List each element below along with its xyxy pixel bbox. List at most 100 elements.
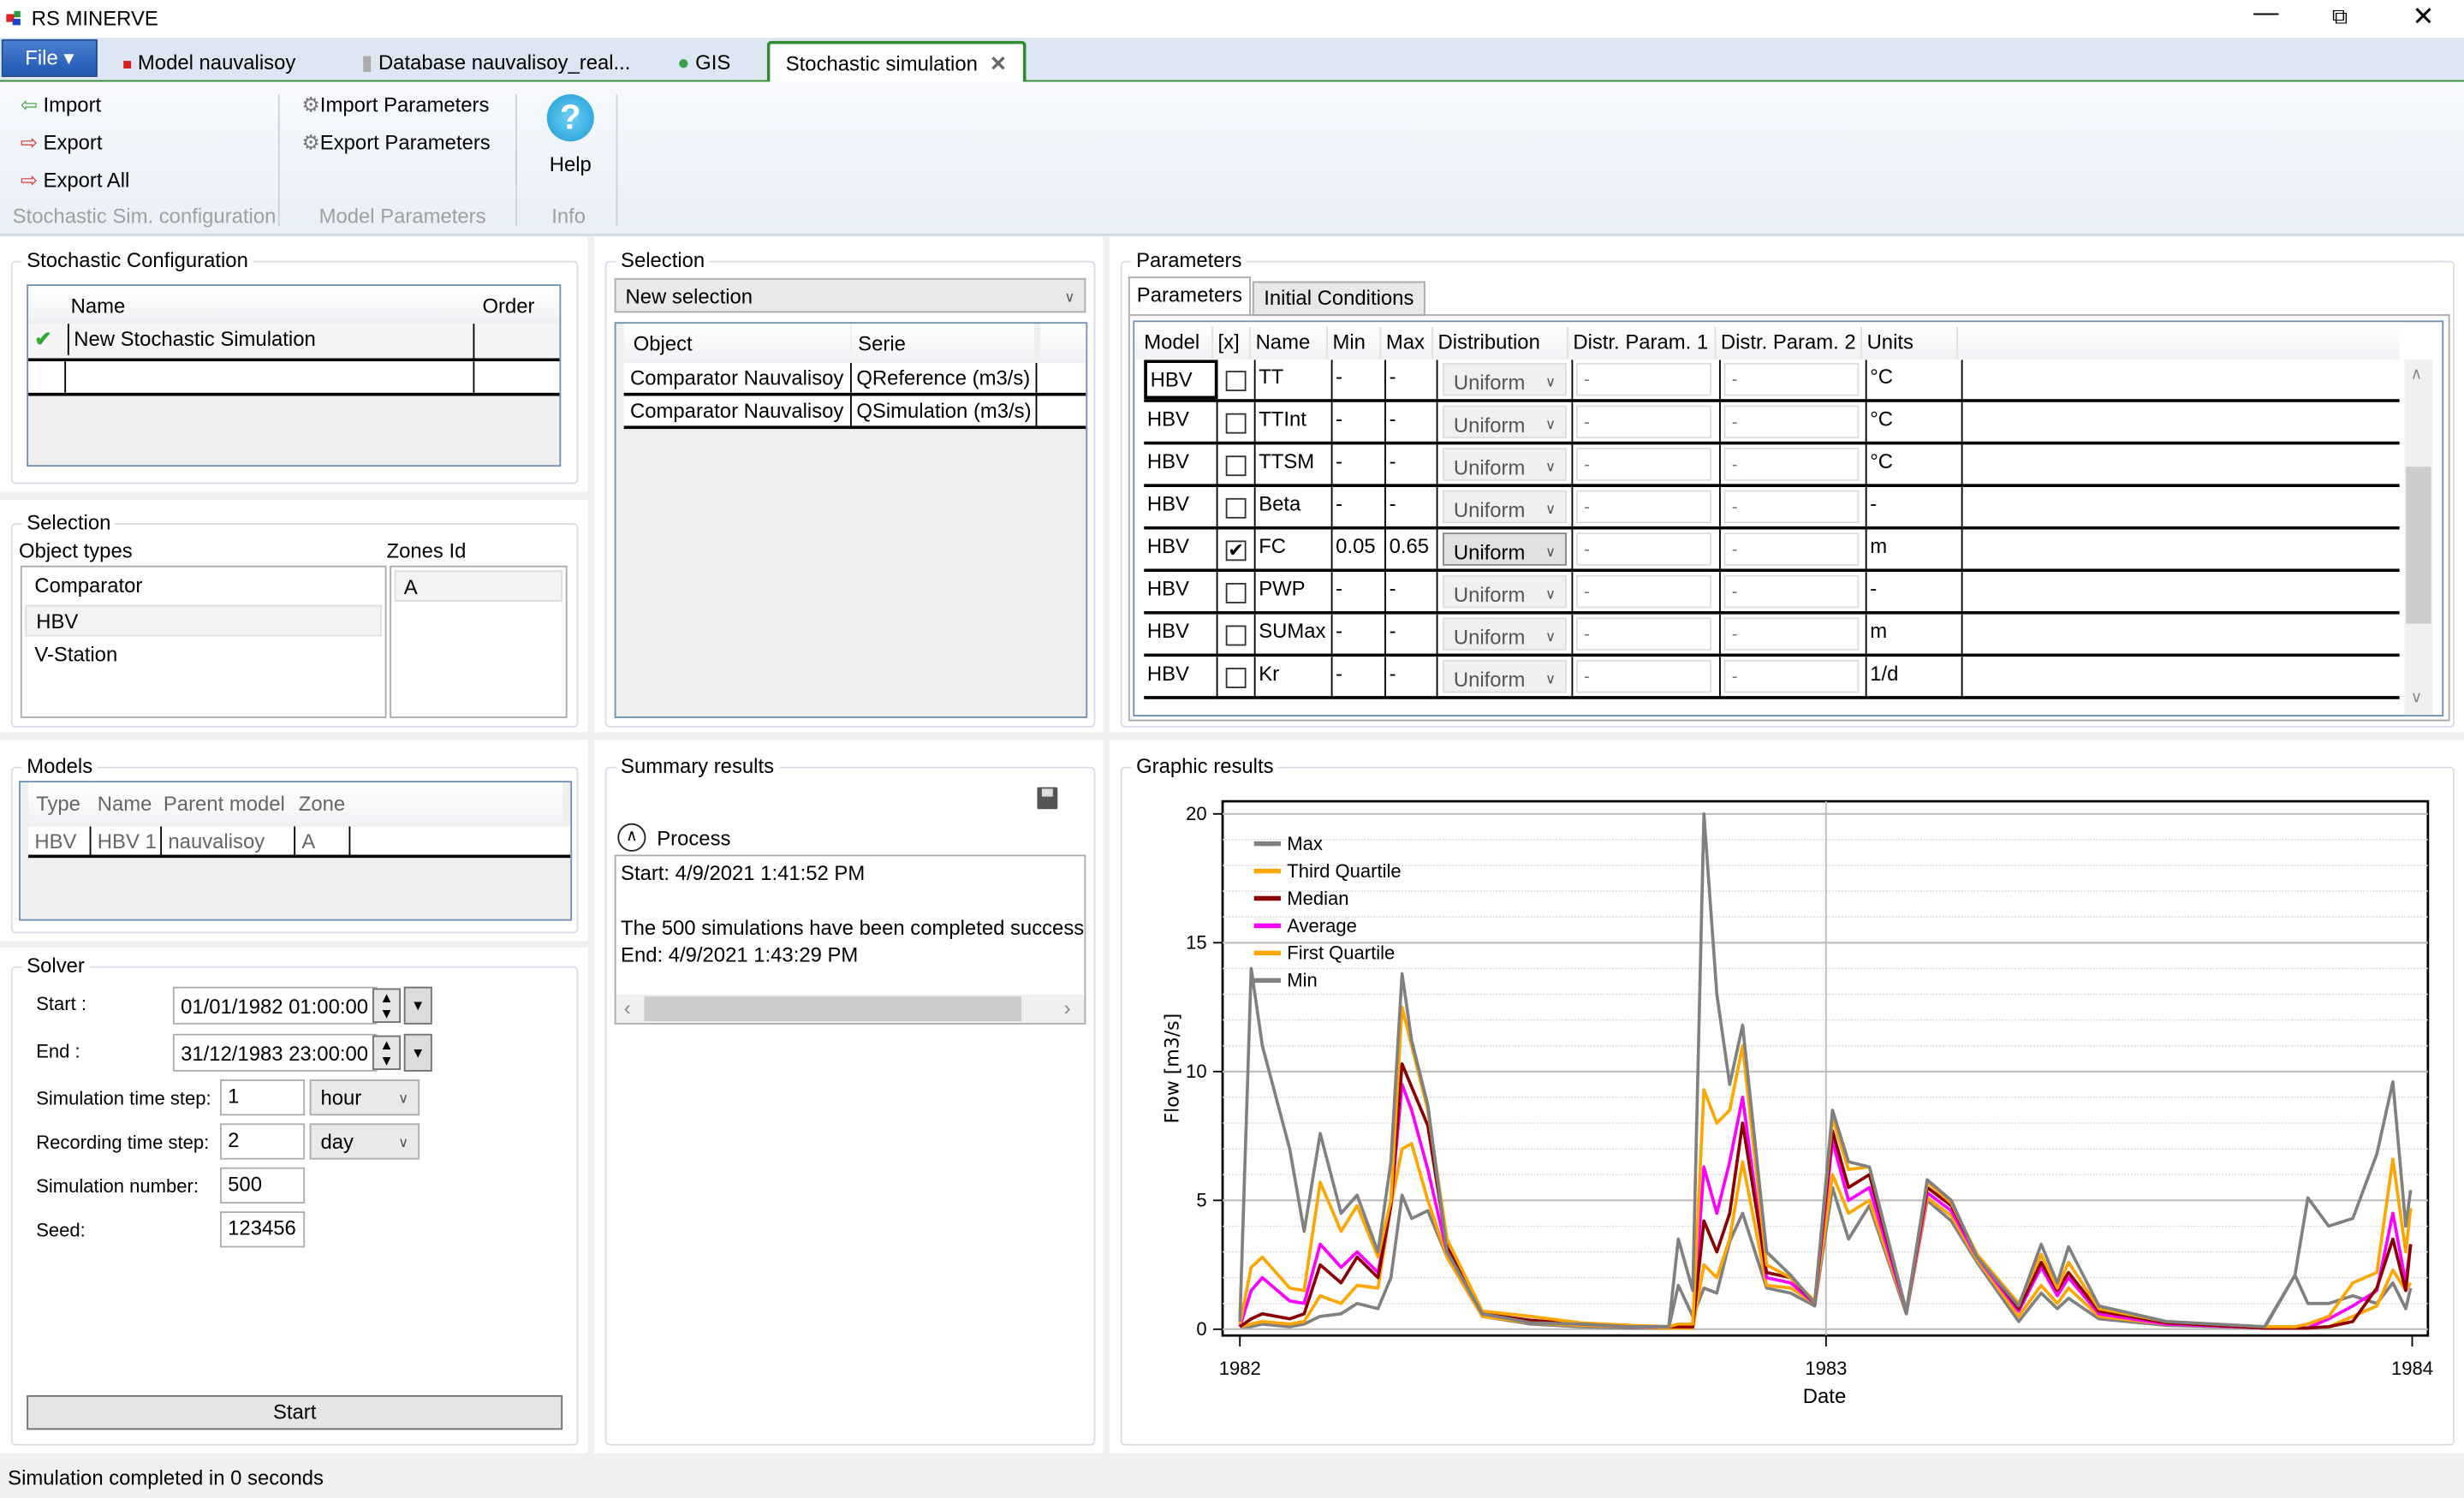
- column-header-distr-param-2[interactable]: Distr. Param. 2: [1721, 326, 1863, 359]
- import-parameters-button[interactable]: ⚙Import Parameters: [301, 91, 489, 119]
- tab-initial-conditions[interactable]: Initial Conditions: [1252, 281, 1425, 316]
- restore-button[interactable]: ⧉: [2332, 3, 2348, 30]
- distr-param-input[interactable]: -: [1723, 490, 1860, 524]
- distr-param-input[interactable]: -: [1723, 659, 1860, 693]
- close-tab-icon[interactable]: ✕: [990, 52, 1007, 76]
- cell-max[interactable]: -: [1386, 657, 1438, 697]
- distr-param-input[interactable]: -: [1576, 574, 1711, 609]
- cell-model[interactable]: HBV: [1144, 572, 1218, 612]
- scrollbar-thumb[interactable]: [644, 996, 1022, 1022]
- cell-model[interactable]: HBV: [1144, 401, 1218, 442]
- distr-param-input[interactable]: -: [1723, 617, 1860, 651]
- cell-units[interactable]: °C: [1867, 444, 1963, 484]
- distribution-select[interactable]: Uniform ∨: [1442, 574, 1567, 609]
- checkbox[interactable]: [1225, 625, 1247, 646]
- table-row[interactable]: Comparator Nauvalisoy QSimulation (m3/s): [623, 395, 1086, 430]
- distr-param-input[interactable]: -: [1576, 405, 1711, 439]
- distr-param-input[interactable]: -: [1576, 363, 1711, 396]
- column-header-serie[interactable]: Serie: [851, 324, 1034, 362]
- column-header-name[interactable]: Name: [89, 782, 161, 823]
- column-header-distr-param-1[interactable]: Distr. Param. 1: [1573, 326, 1717, 359]
- cell-min[interactable]: -: [1333, 487, 1386, 526]
- cell-max[interactable]: -: [1386, 614, 1438, 654]
- column-header-x[interactable]: [x]: [1218, 326, 1252, 359]
- cell-name[interactable]: Beta: [1256, 487, 1333, 526]
- end-datetime-input[interactable]: 31/12/1983 23:00:00: [172, 1033, 378, 1072]
- cell-min[interactable]: -: [1333, 360, 1386, 400]
- checkbox[interactable]: [1225, 413, 1247, 434]
- parameter-row[interactable]: HBV Beta - - Uniform ∨ - - -: [1144, 487, 2400, 530]
- checkbox[interactable]: [1225, 668, 1247, 688]
- column-header-zone[interactable]: Zone: [290, 782, 563, 823]
- parameter-row[interactable]: HBV Kr - - Uniform ∨ - -1/d: [1144, 657, 2400, 699]
- distr-param-input[interactable]: -: [1723, 448, 1860, 481]
- distr-param-input[interactable]: -: [1723, 363, 1860, 396]
- tab-stochastic-simulation[interactable]: Stochastic simulation ✕: [766, 40, 1027, 82]
- list-item[interactable]: Comparator: [25, 570, 388, 602]
- distr-param-input[interactable]: -: [1723, 574, 1860, 609]
- distr-param-input[interactable]: -: [1576, 448, 1711, 481]
- parameter-row[interactable]: HBV TT - - Uniform ∨ - - °C: [1144, 360, 2400, 402]
- tab-gis[interactable]: ● GIS: [677, 43, 730, 80]
- tab-parameters[interactable]: Parameters: [1128, 276, 1252, 316]
- cell-model[interactable]: HBV: [1144, 360, 1218, 400]
- export-all-button[interactable]: ⇨ Export All: [21, 167, 129, 195]
- close-window-button[interactable]: ✕: [2412, 2, 2434, 33]
- selection-dropdown[interactable]: New selection ∨: [614, 277, 1086, 313]
- list-item-selected[interactable]: HBV: [25, 604, 383, 637]
- start-button[interactable]: Start: [27, 1394, 563, 1430]
- cell-name[interactable]: PWP: [1256, 572, 1333, 612]
- vertical-scrollbar[interactable]: ∧ ∨: [2404, 360, 2433, 716]
- distribution-select[interactable]: Uniform ∨: [1442, 448, 1567, 481]
- cell-units[interactable]: m: [1867, 614, 1963, 654]
- cell-name[interactable]: TT: [1256, 360, 1333, 400]
- parameter-row[interactable]: HBV TTSM - - Uniform ∨ - - °C: [1144, 444, 2400, 488]
- table-row[interactable]: ✔ New Stochastic Simulation: [28, 324, 560, 362]
- cell-units[interactable]: °C: [1867, 360, 1963, 400]
- simulation-time-step-input[interactable]: 1: [219, 1079, 306, 1116]
- cell-min[interactable]: -: [1333, 657, 1386, 697]
- tab-database[interactable]: ▮ Database nauvalisoy_real...: [361, 43, 630, 80]
- cell-max[interactable]: -: [1386, 572, 1438, 612]
- column-header-units[interactable]: Units: [1867, 326, 1959, 359]
- distribution-select[interactable]: Uniform ∨: [1442, 363, 1567, 396]
- horizontal-scrollbar[interactable]: ‹ ›: [616, 994, 1085, 1023]
- export-button[interactable]: ⇨ Export: [21, 129, 103, 158]
- parameter-row[interactable]: HBV ✔ FC 0.05 0.65 Uniform ∨ - - m: [1144, 529, 2400, 573]
- export-parameters-button[interactable]: ⚙Export Parameters: [301, 129, 490, 158]
- scrollbar-thumb[interactable]: [2406, 467, 2431, 624]
- column-header-model[interactable]: Model: [1144, 326, 1214, 359]
- parameter-row[interactable]: HBV SUMax - - Uniform ∨ - - m: [1144, 614, 2400, 657]
- cell-max[interactable]: -: [1386, 444, 1438, 484]
- cell-model[interactable]: HBV: [1144, 614, 1218, 654]
- minimize-button[interactable]: —: [2253, 0, 2278, 28]
- list-item[interactable]: V-Station: [25, 639, 388, 671]
- distr-param-input[interactable]: -: [1576, 659, 1711, 693]
- table-row-new[interactable]: [28, 361, 560, 396]
- scroll-down-icon[interactable]: ∨: [2411, 690, 2422, 707]
- recording-time-step-unit-select[interactable]: day ∨: [309, 1123, 420, 1160]
- distr-param-input[interactable]: -: [1723, 532, 1860, 566]
- column-header-min[interactable]: Min: [1333, 326, 1382, 359]
- save-icon[interactable]: [1037, 787, 1058, 810]
- start-datetime-input[interactable]: 01/01/1982 01:00:00: [172, 986, 378, 1025]
- cell-min[interactable]: -: [1333, 401, 1386, 442]
- simulation-number-input[interactable]: 500: [219, 1167, 306, 1204]
- checkbox[interactable]: [1225, 582, 1247, 603]
- cell-name[interactable]: TTSM: [1256, 444, 1333, 484]
- parameter-row[interactable]: HBV TTInt - - Uniform ∨ - - °C: [1144, 401, 2400, 445]
- cell-units[interactable]: -: [1867, 572, 1963, 612]
- scroll-left-icon[interactable]: ‹: [624, 996, 631, 1020]
- simulation-time-step-unit-select[interactable]: hour ∨: [309, 1079, 420, 1116]
- help-button[interactable]: ? Help: [539, 91, 602, 179]
- cell-min[interactable]: -: [1333, 572, 1386, 612]
- scroll-up-icon[interactable]: ∧: [2411, 366, 2422, 383]
- column-header-name[interactable]: Name: [62, 286, 479, 321]
- file-menu-button[interactable]: File ▾: [1, 39, 98, 77]
- distr-param-input[interactable]: -: [1576, 490, 1711, 524]
- distribution-select[interactable]: Uniform ∨: [1442, 532, 1567, 566]
- cell-name[interactable]: TTInt: [1256, 401, 1333, 442]
- scroll-right-icon[interactable]: ›: [1064, 996, 1071, 1020]
- list-item[interactable]: A: [394, 570, 563, 602]
- column-header-type[interactable]: Type: [28, 782, 95, 823]
